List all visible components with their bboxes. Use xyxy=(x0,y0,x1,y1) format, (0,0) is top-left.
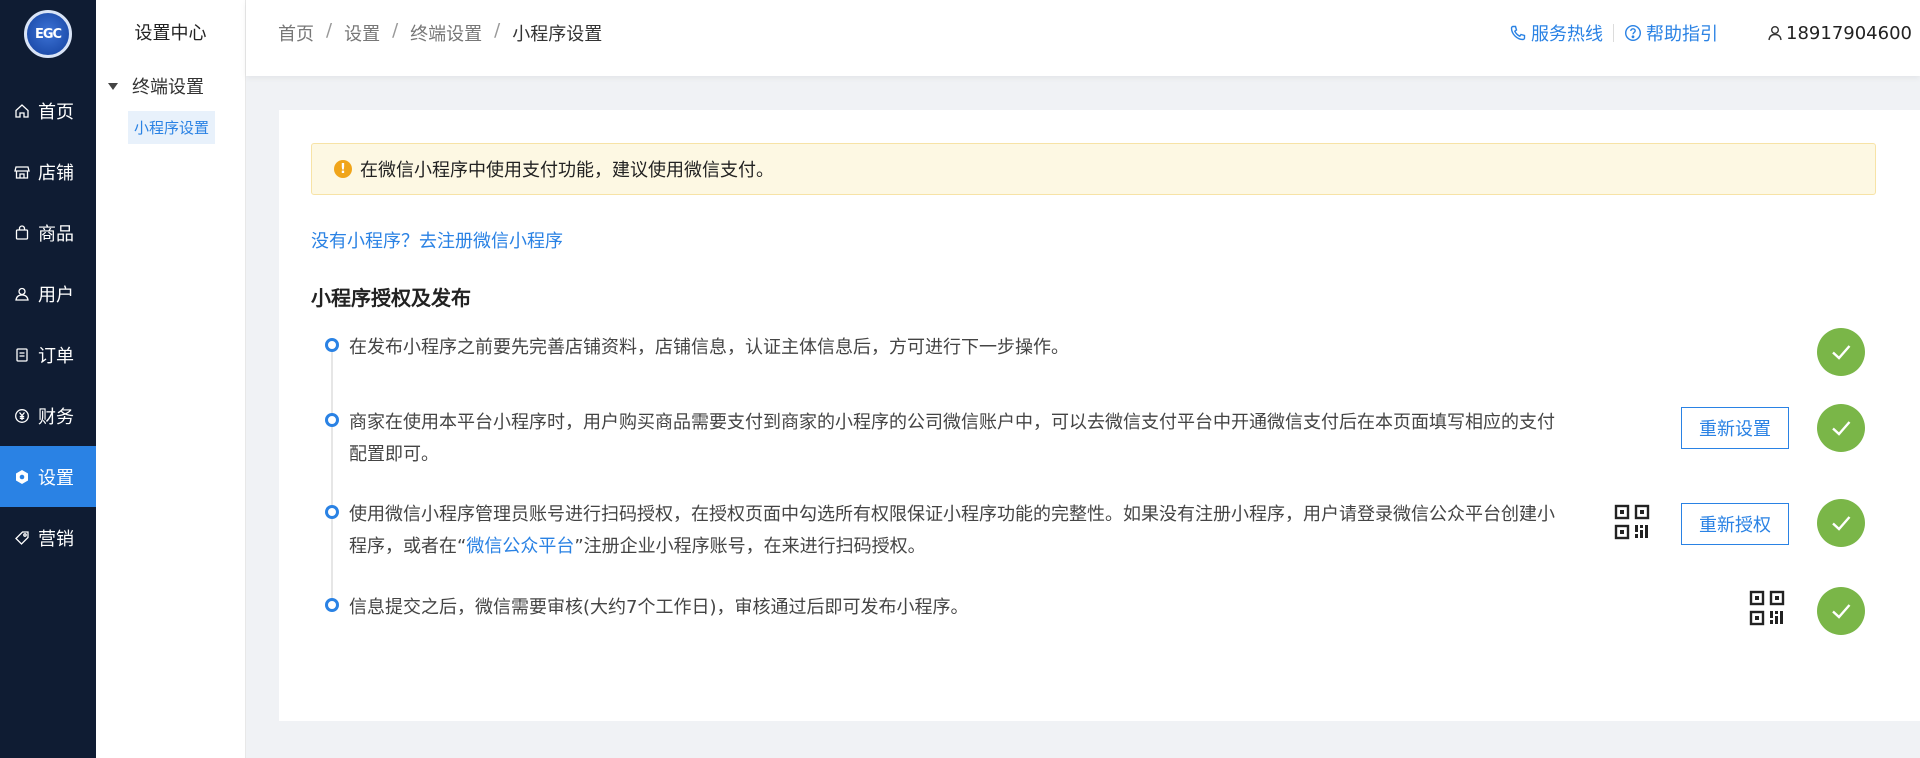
caret-down-icon xyxy=(108,82,118,90)
finance-icon xyxy=(15,408,29,423)
check-icon xyxy=(1817,328,1865,376)
nav-item-finance[interactable]: 财务 xyxy=(0,385,96,446)
breadcrumb-current: 小程序设置 xyxy=(512,24,603,45)
payment-alert: ! 在微信小程序中使用支付功能，建议使用微信支付。 xyxy=(311,143,1876,195)
hotline-link[interactable]: 服务热线 xyxy=(1509,20,1603,46)
nav-item-store[interactable]: 店铺 xyxy=(0,141,96,202)
nav-label: 店铺 xyxy=(38,162,74,184)
sidebar-group-terminal[interactable]: 终端设置 xyxy=(96,68,245,104)
breadcrumb-separator: / xyxy=(326,20,333,41)
user-phone: 18917904600 xyxy=(1786,22,1912,44)
alert-text: 在微信小程序中使用支付功能，建议使用微信支付。 xyxy=(360,160,774,181)
brand-logo[interactable]: EGC xyxy=(24,10,72,58)
timeline-dot xyxy=(325,413,339,427)
step-text: 商家在使用本平台小程序时，用户购买商品需要支付到商家的小程序的公司微信账户中，可… xyxy=(349,412,1555,465)
home-icon xyxy=(15,103,29,118)
nav-label: 首页 xyxy=(38,101,74,123)
nav-item-user[interactable]: 用户 xyxy=(0,263,96,324)
logo-text: EGC xyxy=(34,26,62,42)
warning-icon: ! xyxy=(334,160,352,178)
nav-item-home[interactable]: 首页 xyxy=(0,80,96,141)
nav-label: 商品 xyxy=(38,223,74,245)
sidebar-group-label: 终端设置 xyxy=(132,77,204,98)
sidebar-item-miniprogram[interactable]: 小程序设置 xyxy=(128,111,216,144)
step-text: 信息提交之后，微信需要审核(大约7个工作日)，审核通过后即可发布小程序。 xyxy=(349,597,969,618)
breadcrumb-home[interactable]: 首页 xyxy=(278,20,314,46)
nav-item-order[interactable]: 订单 xyxy=(0,324,96,385)
order-icon xyxy=(16,347,28,362)
reauthorize-button[interactable]: 重新授权 xyxy=(1681,503,1789,545)
nav-label: 用户 xyxy=(38,284,74,306)
hotline-label: 服务热线 xyxy=(1531,24,1604,45)
nav-label: 订单 xyxy=(38,345,74,367)
nav-item-marketing[interactable]: 营销 xyxy=(0,507,96,568)
main-nav: EGC 首页 店铺 商品 用户 订单 财务 设置 营销 xyxy=(0,0,96,758)
timeline-dot xyxy=(325,338,339,352)
check-icon xyxy=(1817,499,1865,547)
top-header: 首页 / 设置 / 终端设置 / 小程序设置 服务热线 帮助指引 1891790… xyxy=(246,0,1920,76)
qr-code-icon[interactable] xyxy=(1614,504,1650,540)
breadcrumb-separator: / xyxy=(494,20,501,41)
user-icon xyxy=(15,287,29,301)
settings-sidebar: 设置中心 终端设置 小程序设置 xyxy=(96,0,246,758)
nav-label: 财务 xyxy=(38,406,74,428)
nav-list: 首页 店铺 商品 用户 订单 财务 设置 营销 xyxy=(0,80,96,568)
header-actions: 服务热线 帮助指引 18917904600 xyxy=(1509,20,1912,46)
tag-icon xyxy=(15,530,29,545)
timeline-dot xyxy=(325,598,339,612)
help-link[interactable]: 帮助指引 xyxy=(1624,20,1718,46)
timeline-dot xyxy=(325,505,339,519)
breadcrumb: 首页 / 设置 / 终端设置 / 小程序设置 xyxy=(278,20,602,46)
nav-item-settings[interactable]: 设置 xyxy=(0,446,96,507)
section-title: 小程序授权及发布 xyxy=(311,286,471,310)
wechat-platform-link[interactable]: 微信公众平台 xyxy=(466,536,574,557)
goods-icon xyxy=(15,224,29,240)
check-icon xyxy=(1817,404,1865,452)
user-icon xyxy=(1768,26,1782,41)
phone-icon xyxy=(1510,25,1526,41)
store-icon xyxy=(14,165,30,179)
nav-item-goods[interactable]: 商品 xyxy=(0,202,96,263)
help-label: 帮助指引 xyxy=(1646,24,1719,45)
qr-code-icon[interactable] xyxy=(1749,590,1785,626)
check-icon xyxy=(1817,587,1865,635)
step-text: 在发布小程序之前要先完善店铺资料，店铺信息，认证主体信息后，方可进行下一步操作。 xyxy=(349,337,1069,358)
nav-label: 营销 xyxy=(38,528,74,550)
nav-label: 设置 xyxy=(38,467,74,489)
help-icon xyxy=(1625,24,1642,42)
user-account[interactable]: 18917904600 xyxy=(1766,23,1912,44)
breadcrumb-settings[interactable]: 设置 xyxy=(344,20,380,46)
breadcrumb-terminal[interactable]: 终端设置 xyxy=(410,20,482,46)
reset-settings-button[interactable]: 重新设置 xyxy=(1681,407,1789,449)
register-miniprogram-link[interactable]: 没有小程序？去注册微信小程序 xyxy=(311,227,563,253)
miniprogram-settings-card: ! 在微信小程序中使用支付功能，建议使用微信支付。 没有小程序？去注册微信小程序… xyxy=(279,110,1920,721)
step-text: 使用微信小程序管理员账号进行扫码授权，在授权页面中勾选所有权限保证小程序功能的完… xyxy=(349,499,1569,563)
header-divider xyxy=(1613,24,1615,42)
sidebar-title: 设置中心 xyxy=(134,23,207,44)
step-text-part: ”注册企业小程序账号，在来进行扫码授权。 xyxy=(574,536,926,557)
timeline-line xyxy=(331,345,333,599)
settings-icon xyxy=(16,469,28,484)
breadcrumb-separator: / xyxy=(392,20,399,41)
